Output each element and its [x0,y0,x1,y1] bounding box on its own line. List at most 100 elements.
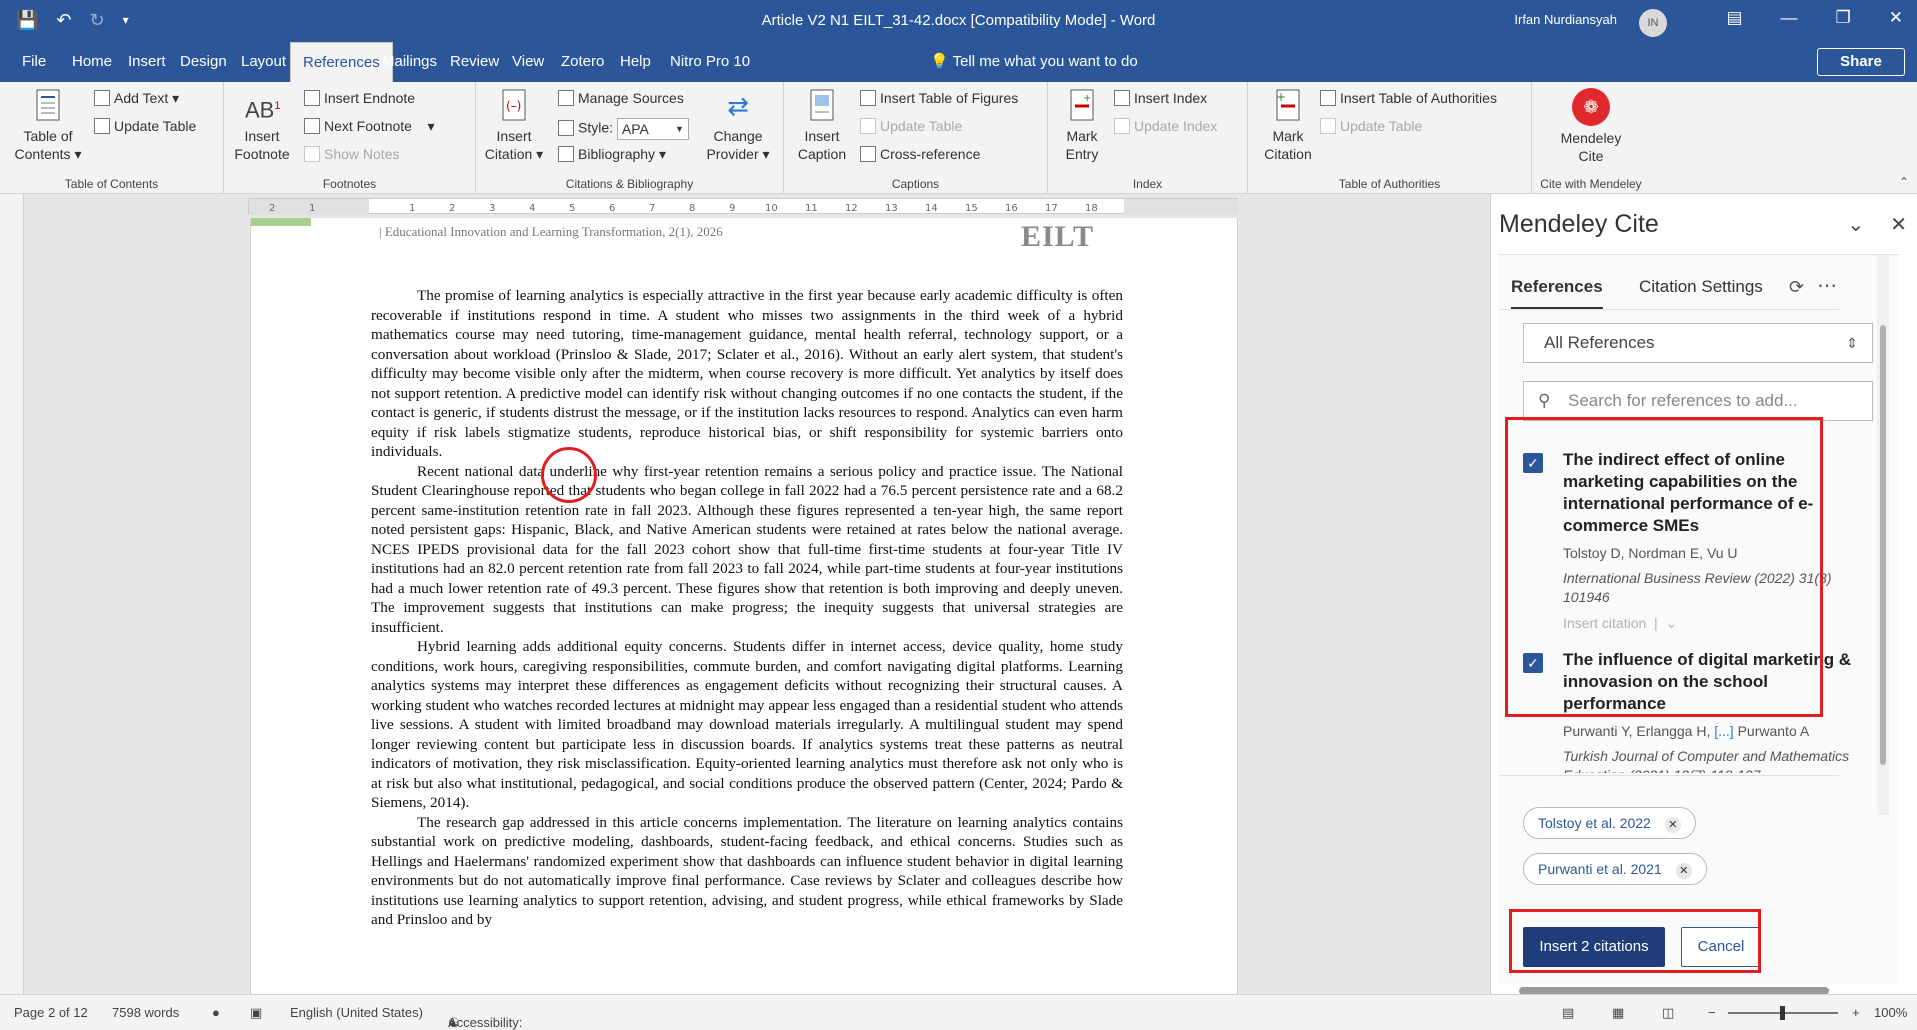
language[interactable]: English (United States) [290,1005,423,1020]
footnote-icon: AB1 [245,97,281,123]
collapse-ribbon-icon[interactable]: ⌃ [1899,175,1909,189]
svg-text:5: 5 [569,203,575,214]
avatar[interactable]: IN [1639,9,1667,37]
insert-index-button[interactable]: Insert Index [1114,90,1207,106]
tab-references[interactable]: References [1511,277,1603,310]
zoom-out-icon[interactable]: − [1708,1005,1716,1020]
mendeley-cite-button[interactable]: ❁ Mendeley Cite [1546,88,1636,165]
table-of-figures-icon [860,90,876,106]
zoom-slider-thumb[interactable] [1780,1006,1785,1020]
proofing-icon[interactable]: ● [212,1005,220,1020]
refresh-icon[interactable]: ⟳ [1789,277,1804,298]
read-mode-icon[interactable]: ▤ [1562,1005,1574,1021]
insert-table-of-authorities-button[interactable]: Insert Table of Authorities [1320,90,1497,106]
paragraph: The promise of learning analytics is esp… [371,287,1123,460]
bibliography-button[interactable]: Bibliography ▾ [558,146,666,163]
sort-chevrons-icon: ⇕ [1846,335,1858,351]
mendeley-logo-icon: ❁ [1572,88,1610,126]
next-footnote-button[interactable]: Next Footnote ▾ [304,118,435,135]
page-count[interactable]: Page 2 of 12 [14,1005,88,1020]
word-count[interactable]: 7598 words [112,1005,179,1020]
document-page[interactable]: | Educational Innovation and Learning Tr… [250,218,1238,994]
paragraph: Hybrid learning adds additional equity c… [371,638,1123,811]
svg-text:6: 6 [609,203,615,214]
group-label: Index [1132,177,1163,191]
tab-layout[interactable]: Layout [229,42,298,82]
mark-entry-button[interactable]: + Mark Entry [1056,88,1108,163]
close-icon[interactable]: ✕ [1890,212,1907,237]
reference-search-input[interactable]: ⚲ Search for references to add... [1523,381,1873,421]
tab-nitro[interactable]: Nitro Pro 10 [658,42,762,82]
update-index-button[interactable]: Update Index [1114,118,1217,134]
style-selector[interactable]: Style: APA ▼ [558,118,689,140]
share-button[interactable]: Share [1817,48,1905,76]
svg-text:2: 2 [449,203,455,214]
tell-me-search[interactable]: 💡 Tell me what you want to do [930,42,1138,82]
reference-filter-select[interactable]: All References ⇕ [1523,323,1873,363]
manage-sources-button[interactable]: Manage Sources [558,90,684,106]
insert-caption-button[interactable]: Insert Caption [792,88,852,163]
tab-citation-settings[interactable]: Citation Settings [1639,277,1763,297]
document-area: 2 1 1 2 3 4 5 6 7 8 9 10 11 12 13 14 15 16 17 18 | Educatio… [0,194,1490,994]
restore-icon[interactable]: ❐ [1836,8,1851,28]
tab-divider [1499,309,1839,310]
svg-text:+: + [1083,93,1091,104]
minimize-icon[interactable]: — [1781,8,1798,28]
ribbon-display-icon[interactable]: ▤ [1726,8,1742,28]
window-controls: ▤ — ❐ ✕ [1726,8,1903,28]
track-changes-icon[interactable]: ▣ [250,1005,262,1021]
svg-text:9: 9 [729,203,735,214]
caption-icon [805,88,839,124]
insert-table-of-figures-button[interactable]: Insert Table of Figures [860,90,1018,106]
print-layout-icon[interactable]: ▦ [1612,1005,1624,1021]
panel-content: References Citation Settings ⟳ ⋯ All Ref… [1499,254,1899,995]
citation-chip[interactable]: Tolstoy et al. 2022 ✕ [1523,807,1696,839]
insert-citation-button[interactable]: (–) Insert Citation ▾ [484,88,544,163]
show-notes-icon [304,146,320,162]
insert-endnote-button[interactable]: Insert Endnote [304,90,415,106]
svg-text:13: 13 [885,203,898,214]
citation-chip[interactable]: Purwanti et al. 2021 ✕ [1523,853,1707,885]
chevron-down-icon[interactable]: ⌄ [1847,212,1864,237]
zoom-in-icon[interactable]: + [1852,1005,1860,1020]
mark-citation-button[interactable]: + Mark Citation [1256,88,1320,163]
add-text-button[interactable]: Add Text ▾ [94,90,179,107]
cross-reference-button[interactable]: Cross-reference [860,146,980,162]
title-bar: 💾 ↶ ↻ ▾ Article V2 N1 EILT_31-42.docx [C… [0,0,1917,42]
tab-file[interactable]: File [10,42,58,82]
horizontal-ruler[interactable]: 2 1 1 2 3 4 5 6 7 8 9 10 11 12 13 14 15 16 17 18 [248,198,1239,215]
web-layout-icon[interactable]: ◫ [1662,1005,1674,1021]
tab-home[interactable]: Home [60,42,124,82]
chevron-down-icon: ▼ [674,124,684,134]
table-of-contents-button[interactable]: Table of Contents ▾ [8,88,88,163]
group-label: Cite with Mendeley [1540,177,1642,191]
close-icon[interactable]: ✕ [1889,8,1903,28]
insert-footnote-button[interactable]: AB1 Insert Footnote [232,88,292,163]
add-text-icon [94,90,110,106]
remove-chip-icon[interactable]: ✕ [1664,817,1681,833]
change-provider-button[interactable]: ⇄ Change Provider ▾ [698,88,778,163]
tab-view[interactable]: View [500,42,556,82]
tab-zotero[interactable]: Zotero [549,42,616,82]
mark-entry-icon: + [1065,88,1099,124]
update-table-icon [1320,118,1336,134]
status-bar: Page 2 of 12 7598 words ● ▣ English (Uni… [0,994,1917,1030]
user-name[interactable]: Irfan Nurdiansyah [1514,12,1617,27]
ribbon-tabs: File Home Insert Design Layout Reference… [0,42,1917,82]
tab-help[interactable]: Help [608,42,663,82]
update-table-figures-button[interactable]: Update Table [860,118,962,134]
show-notes-button[interactable]: Show Notes [304,146,399,162]
more-options-icon[interactable]: ⋯ [1817,273,1837,298]
document-body[interactable]: The promise of learning analytics is esp… [371,286,1123,930]
style-dropdown[interactable]: APA ▼ [616,118,689,140]
vertical-scrollbar[interactable] [1877,255,1889,815]
scrollbar-thumb[interactable] [1880,325,1886,765]
remove-chip-icon[interactable]: ✕ [1675,863,1692,879]
zoom-slider[interactable] [1728,1006,1838,1020]
update-table-button[interactable]: Update Table [94,118,196,134]
svg-text:7: 7 [649,203,655,214]
svg-text:11: 11 [805,203,818,214]
group-table-of-contents: Table of Contents ▾ Add Text ▾ Update Ta… [0,82,224,194]
zoom-level[interactable]: 100% [1874,1005,1907,1020]
update-table-authorities-button[interactable]: Update Table [1320,118,1422,134]
